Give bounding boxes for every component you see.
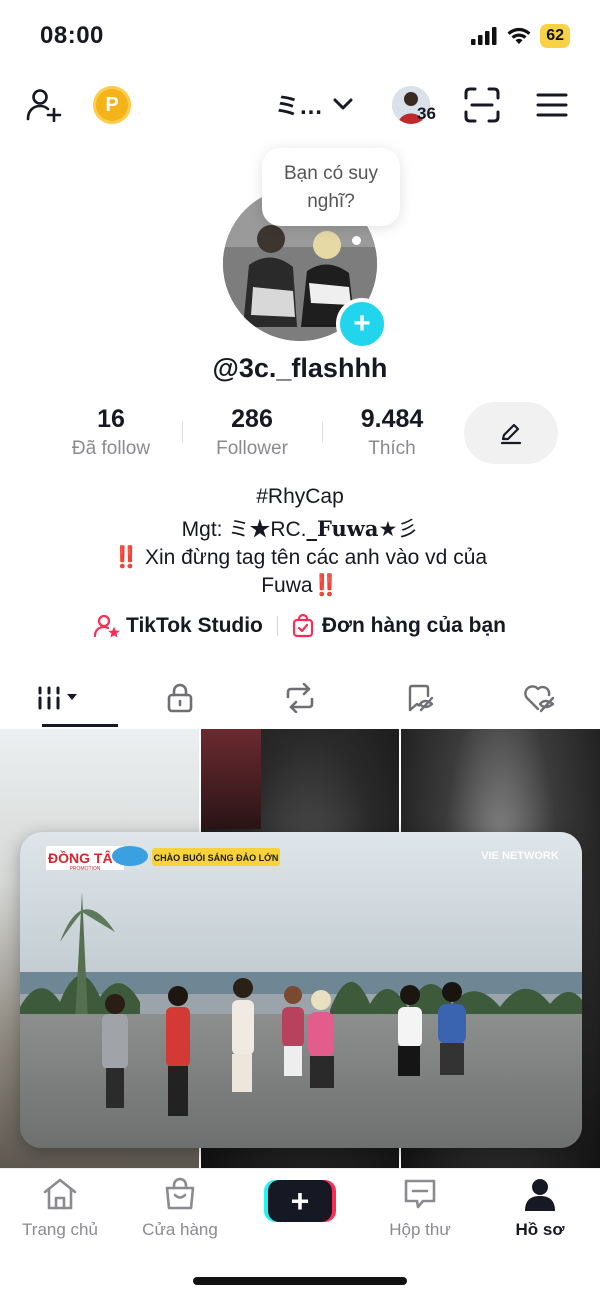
orders-link[interactable]: Đơn hàng của bạn: [292, 614, 506, 638]
bookmark-hidden-icon: [408, 684, 434, 712]
home-indicator[interactable]: [193, 1277, 407, 1285]
coin-icon[interactable]: P: [93, 86, 131, 124]
chevron-down-icon: [333, 98, 353, 109]
nav-shop-label: Cửa hàng: [142, 1220, 218, 1239]
lock-icon: [167, 683, 193, 713]
bio-line-3-text: Xin đừng tag tên các anh vào vd của: [144, 546, 488, 569]
stat-divider: [182, 422, 183, 442]
show-banner-text: CHÀO BUỔI SÁNG ĐẢO LỚN: [154, 852, 279, 863]
repost-icon: [286, 683, 314, 713]
nav-shop[interactable]: Cửa hàng: [125, 1177, 235, 1240]
nav-inbox[interactable]: Hộp thư: [365, 1177, 475, 1240]
nav-inbox-label: Hộp thư: [389, 1220, 451, 1239]
nav-home[interactable]: Trang chủ: [5, 1177, 115, 1240]
profile-icon: [525, 1179, 555, 1211]
signal-icon: [471, 27, 497, 45]
followers-count: 286: [231, 405, 273, 433]
tab-private[interactable]: [120, 670, 240, 726]
creator-star-icon: [94, 614, 120, 638]
scan-icon[interactable]: [464, 87, 500, 123]
bio-manager-suffix: ★彡: [378, 518, 419, 541]
account-name: ミ…: [275, 93, 323, 120]
stat-followers[interactable]: 286 Follower: [197, 405, 307, 460]
story-count: 36: [417, 104, 436, 123]
tiktok-studio-link[interactable]: TikTok Studio: [94, 614, 263, 638]
create-video-button[interactable]: +: [268, 1180, 332, 1222]
warning-marks: ‼️: [112, 546, 140, 569]
heart-hidden-icon: [524, 685, 555, 713]
floating-video-player[interactable]: ĐỒNG TÂY PROMOTION CHÀO BUỔI SÁNG ĐẢO LỚ…: [20, 832, 582, 1148]
sponsor-logo-subtitle: PROMOTION: [70, 866, 101, 872]
status-indicators: 62: [470, 24, 570, 48]
tab-favorites[interactable]: [360, 670, 480, 726]
stat-divider: [322, 422, 323, 442]
battery-indicator: 62: [540, 24, 570, 48]
account-switcher[interactable]: ミ…: [275, 86, 353, 121]
nav-profile[interactable]: Hồ sơ: [485, 1177, 595, 1240]
likes-count: 9.484: [360, 405, 424, 433]
bubble-line-2: nghĩ?: [307, 191, 355, 212]
sponsor-logo: ĐỒNG TÂY: [48, 849, 123, 866]
tiktok-studio-label: TikTok Studio: [126, 614, 263, 637]
tab-liked[interactable]: [480, 670, 600, 726]
bio-line-1: #RhyCap: [256, 485, 344, 508]
following-label: Đã follow: [71, 438, 151, 459]
nav-home-label: Trang chủ: [22, 1220, 98, 1239]
menu-icon[interactable]: [536, 92, 568, 118]
home-icon: [43, 1178, 77, 1210]
username: @3c._flashhh: [212, 353, 388, 383]
edit-profile-button[interactable]: [464, 402, 558, 464]
orders-label: Đơn hàng của bạn: [321, 614, 506, 637]
wifi-icon: [507, 27, 531, 44]
pencil-icon: [500, 423, 522, 445]
following-count: 16: [97, 405, 125, 433]
grid-dropdown-icon: [38, 686, 77, 710]
likes-label: Thích: [368, 438, 416, 459]
followers-label: Follower: [216, 438, 288, 459]
stat-likes[interactable]: 9.484 Thích: [337, 405, 447, 460]
bio-line-4-text: Fuwa: [261, 574, 313, 597]
tab-reposts[interactable]: [240, 670, 360, 726]
status-time: 08:00: [40, 22, 104, 49]
warning-marks: ‼️: [312, 574, 339, 597]
bubble-line-1: Bạn có suy: [284, 163, 378, 184]
inbox-icon: [404, 1179, 436, 1209]
video-frame: ĐỒNG TÂY PROMOTION CHÀO BUỔI SÁNG ĐẢO LỚ…: [20, 832, 582, 1148]
bio-manager-fancy: _Fuwa: [306, 516, 379, 541]
add-avatar-button[interactable]: +: [336, 298, 388, 350]
network-watermark: VIE NETWORK: [481, 850, 559, 862]
tab-videos[interactable]: [0, 670, 120, 726]
add-friend-icon[interactable]: [26, 88, 62, 122]
shop-bag-icon: [165, 1177, 195, 1210]
nav-profile-label: Hồ sơ: [515, 1220, 565, 1239]
bio-manager-prefix: Mgt: ミ★RC.: [181, 518, 307, 541]
content-tabs: [0, 670, 600, 726]
bio-line-2: Mgt: ミ★RC._Fuwa★彡: [0, 513, 600, 543]
link-separator: [276, 616, 278, 636]
bio-line-3: ‼️ Xin đừng tag tên các anh vào vd của: [0, 546, 600, 570]
shopping-bag-check-icon: [292, 614, 313, 638]
active-tab-indicator: [42, 724, 118, 727]
stat-following[interactable]: 16 Đã follow: [56, 405, 166, 460]
bubble-tail: [352, 236, 361, 245]
profile-links: TikTok Studio Đơn hàng của bạn: [0, 614, 600, 638]
thoughts-bubble[interactable]: Bạn có suy nghĩ?: [262, 148, 400, 226]
bio-line-4: Fuwa‼️: [0, 574, 600, 598]
